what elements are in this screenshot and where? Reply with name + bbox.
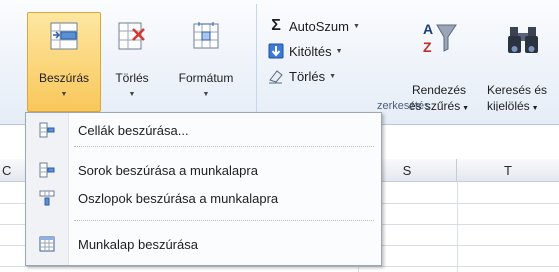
menu-item-label: Munkalap beszúrása	[78, 236, 198, 252]
fill-label: Kitöltés	[289, 43, 332, 59]
clear-label: Törlés	[289, 68, 326, 84]
svg-text:A: A	[423, 21, 433, 37]
ribbon: Beszúrás ▼ Törlés ▼ Formátum ▼ Σ AutoSzu…	[0, 0, 559, 125]
clear-button[interactable]: Törlés ▼	[268, 66, 336, 86]
delete-label: Törlés	[115, 71, 149, 85]
menu-item-label: Oszlopok beszúrása a munkalapra	[78, 190, 279, 206]
chevron-down-icon[interactable]: ▼	[329, 73, 336, 80]
sort-filter-label-1: Rendezés	[411, 83, 467, 97]
fill-button[interactable]: Kitöltés ▼	[268, 41, 343, 61]
insert-button[interactable]: Beszúrás ▼	[27, 12, 101, 112]
chevron-down-icon: ▼	[60, 91, 68, 98]
find-select-label-1: Keresés és	[487, 83, 548, 97]
sort-filter-button[interactable]: A Z Rendezés és szűrés ▼	[399, 12, 479, 113]
insert-sheet-icon	[39, 236, 55, 252]
autosum-label: AutoSzum	[289, 18, 349, 34]
chevron-down-icon: ▼	[202, 91, 210, 98]
format-label: Formátum	[178, 71, 234, 85]
sigma-icon: Σ	[271, 17, 281, 34]
delete-cells-icon	[117, 21, 147, 51]
grid-line	[457, 182, 458, 272]
menu-item-label: Cellák beszúrása...	[78, 122, 189, 138]
menu-item-insert-columns[interactable]: Oszlopok beszúrása a munkalapra	[26, 185, 381, 211]
insert-rows-icon	[39, 162, 55, 178]
column-header-t[interactable]: T	[457, 159, 559, 182]
group-divider	[256, 4, 257, 116]
insert-cells-icon	[49, 21, 79, 51]
svg-text:Z: Z	[423, 39, 432, 55]
insert-label: Beszúrás	[38, 71, 90, 85]
menu-item-label: Sorok beszúrása a munkalapra	[78, 162, 258, 178]
chevron-down-icon[interactable]: ▼	[353, 23, 360, 30]
editing-group-label: zerkesztés	[377, 100, 430, 112]
insert-columns-icon	[39, 190, 55, 206]
menu-item-insert-cells[interactable]: Cellák beszúrása...	[26, 117, 381, 143]
find-select-label-2: kijelölés ▼	[487, 99, 539, 112]
format-button[interactable]: Formátum ▼	[162, 12, 250, 112]
menu-item-insert-sheet[interactable]: Munkalap beszúrása	[26, 231, 381, 257]
format-cells-icon	[191, 21, 221, 51]
delete-button[interactable]: Törlés ▼	[104, 12, 160, 112]
grid-line	[0, 266, 559, 267]
menu-separator	[74, 146, 374, 147]
find-select-button[interactable]: Keresés és kijelölés ▼	[480, 12, 559, 112]
menu-separator	[74, 220, 374, 221]
fill-down-icon	[268, 43, 284, 59]
insert-dropdown-menu: Cellák beszúrása... Sorok beszúrása a mu…	[25, 112, 382, 266]
eraser-icon	[268, 68, 284, 84]
sort-filter-icon: A Z	[420, 19, 458, 59]
binoculars-icon	[506, 23, 540, 57]
menu-item-insert-rows[interactable]: Sorok beszúrása a munkalapra	[26, 157, 381, 183]
insert-cells-icon	[39, 122, 55, 138]
chevron-down-icon[interactable]: ▼	[336, 48, 343, 55]
chevron-down-icon: ▼	[128, 91, 136, 98]
autosum-button[interactable]: Σ AutoSzum ▼	[268, 16, 360, 36]
